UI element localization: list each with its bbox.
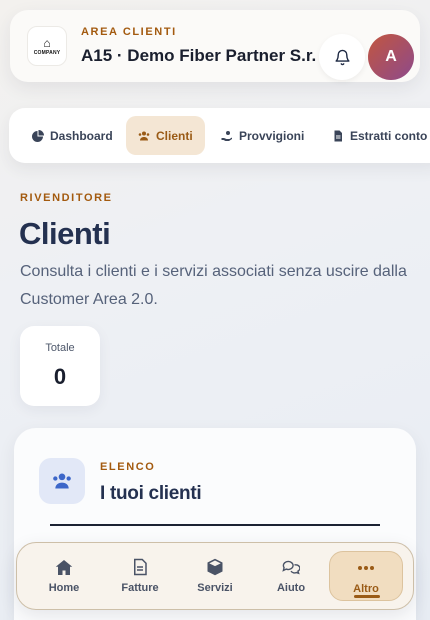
list-icon-box: [39, 458, 85, 504]
invoice-icon: [131, 558, 149, 576]
tab-estratti-conto[interactable]: Estratti conto: [320, 116, 430, 155]
document-icon: [334, 130, 342, 141]
chat-icon: [282, 558, 300, 576]
nav-label: Servizi: [197, 582, 233, 594]
active-indicator: [354, 595, 380, 598]
nav-fatture[interactable]: Fatture: [103, 551, 177, 601]
users-icon: [138, 131, 150, 140]
section-eyebrow: RIVENDITORE: [20, 192, 113, 204]
page-description: Consulta i clienti e i servizi associati…: [20, 263, 407, 308]
house-logo-icon: ⌂: [43, 35, 51, 50]
list-title: I tuoi clienti: [100, 483, 202, 504]
stat-value: 0: [53, 364, 67, 389]
total-stat-card: Totale 0: [20, 326, 100, 406]
more-icon: [357, 559, 375, 577]
area-label: AREA CLIENTI: [81, 26, 177, 38]
tab-label: Dashboard: [50, 128, 113, 143]
company-logo[interactable]: ⌂ COMPANY: [27, 26, 67, 66]
nav-label: Aiuto: [276, 582, 306, 594]
nav-label: Fatture: [121, 582, 159, 594]
nav-altro[interactable]: Altro: [329, 551, 403, 601]
tab-label: Provvigioni: [239, 128, 305, 143]
tab-label: Clienti: [156, 128, 193, 143]
bottom-navigation: Home Fatture Servizi Aiuto Altro: [16, 542, 414, 610]
page-title: Clienti: [19, 216, 111, 251]
nav-label: Altro: [353, 583, 379, 595]
nav-label: Home: [48, 582, 80, 594]
home-icon: [55, 558, 73, 576]
bell-icon: [334, 49, 350, 65]
section-tabs: Dashboard Clienti Provvigioni Estratti c…: [9, 108, 430, 163]
box-icon: [206, 558, 224, 576]
stat-label: Totale: [45, 342, 75, 354]
nav-aiuto[interactable]: Aiuto: [254, 551, 328, 601]
user-avatar[interactable]: A: [368, 34, 414, 80]
company-name: A15 · Demo Fiber Partner S.r.l.: [81, 46, 317, 65]
tab-dashboard[interactable]: Dashboard: [20, 116, 125, 155]
tab-provvigioni[interactable]: Provvigioni: [209, 116, 316, 155]
nav-servizi[interactable]: Servizi: [178, 551, 252, 601]
tab-label: Estratti conto: [350, 128, 428, 143]
logo-text: COMPANY: [33, 49, 61, 56]
header-card: ⌂ COMPANY AREA CLIENTI A15 · Demo Fiber …: [10, 10, 420, 82]
users-icon: [53, 473, 71, 489]
pie-chart-icon: [32, 129, 44, 142]
hand-coin-icon: [221, 130, 232, 141]
nav-home[interactable]: Home: [27, 551, 101, 601]
tab-clienti[interactable]: Clienti: [126, 116, 205, 155]
list-divider: [50, 524, 380, 526]
notifications-button[interactable]: [319, 34, 365, 80]
list-eyebrow: ELENCO: [100, 461, 156, 473]
